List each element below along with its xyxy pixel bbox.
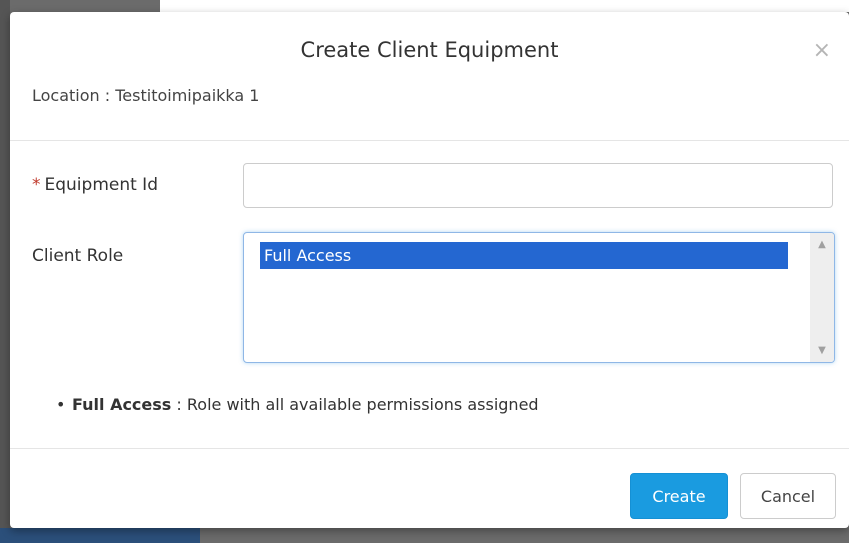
scroll-up-icon[interactable]: ▲ (810, 239, 834, 250)
create-client-equipment-dialog: Create Client Equipment × Location : Tes… (10, 12, 849, 528)
location-label: Location : Testitoimipaikka 1 (32, 86, 260, 105)
role-option-full-access[interactable]: Full Access (260, 242, 788, 269)
role-description: • Full Access : Role with all available p… (56, 395, 539, 414)
background-page-top (160, 0, 849, 12)
equipment-id-label-text: Equipment Id (44, 175, 159, 195)
role-description-name: Full Access (72, 395, 172, 414)
required-marker: * (32, 175, 41, 195)
client-role-listbox[interactable]: Full Access ▲ ▼ (243, 232, 835, 363)
scroll-down-icon[interactable]: ▼ (810, 345, 834, 356)
client-role-label: Client Role (32, 246, 124, 266)
dialog-footer: Create Cancel (10, 448, 849, 529)
create-button[interactable]: Create (630, 473, 728, 519)
close-icon[interactable]: × (813, 40, 831, 62)
equipment-id-label: * Equipment Id (32, 175, 158, 195)
listbox-scrollbar[interactable]: ▲ ▼ (810, 233, 834, 362)
dialog-body: * Equipment Id Client Role Full Access ▲ … (10, 141, 849, 448)
equipment-id-input[interactable] (243, 163, 833, 208)
background-page (0, 0, 10, 543)
role-description-text: : Role with all available permissions as… (171, 395, 539, 414)
dialog-header: Create Client Equipment × Location : Tes… (10, 12, 849, 141)
dialog-title: Create Client Equipment (300, 38, 559, 62)
bullet-icon: • (56, 395, 66, 414)
cancel-button[interactable]: Cancel (740, 473, 836, 519)
background-page-bottom (0, 528, 200, 543)
